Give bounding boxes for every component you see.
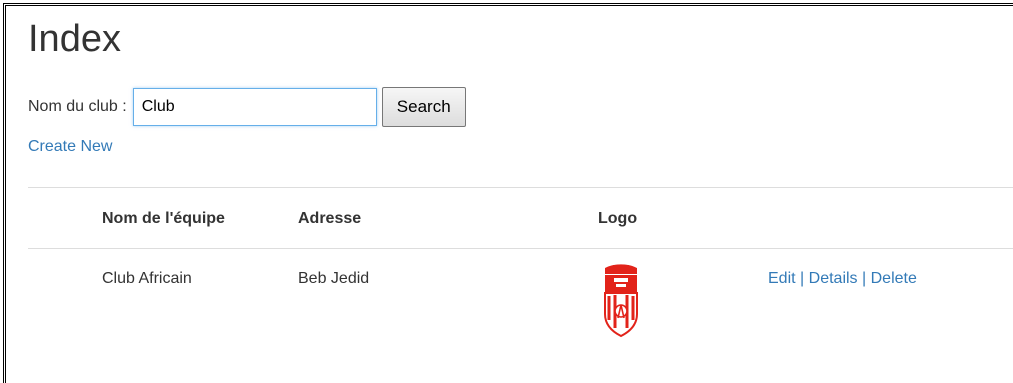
table-header-divider: [28, 248, 1013, 249]
create-new-link[interactable]: Create New: [28, 138, 112, 156]
action-separator: |: [862, 270, 867, 287]
row-actions: Edit | Details | Delete: [768, 270, 917, 288]
action-separator: |: [800, 270, 805, 287]
main-content: Index Nom du club : Search Create New No…: [28, 0, 1013, 367]
delete-link[interactable]: Delete: [871, 270, 917, 287]
table-top-divider: [28, 187, 1013, 188]
club-name-search-input[interactable]: [132, 88, 377, 126]
search-button[interactable]: Search: [381, 87, 466, 127]
column-header-adresse: Adresse: [298, 210, 362, 227]
column-header-logo: Logo: [598, 210, 638, 227]
search-label: Nom du club :: [28, 98, 127, 115]
details-link[interactable]: Details: [809, 270, 858, 287]
page-title: Index: [28, 18, 121, 60]
edit-link[interactable]: Edit: [768, 270, 796, 287]
cell-adresse: Beb Jedid: [298, 270, 370, 287]
cell-nom: Club Africain: [102, 270, 192, 287]
search-form: Nom du club : Search: [28, 87, 466, 127]
club-africain-logo-icon: [604, 263, 638, 338]
column-header-nom: Nom de l'équipe: [102, 210, 225, 227]
